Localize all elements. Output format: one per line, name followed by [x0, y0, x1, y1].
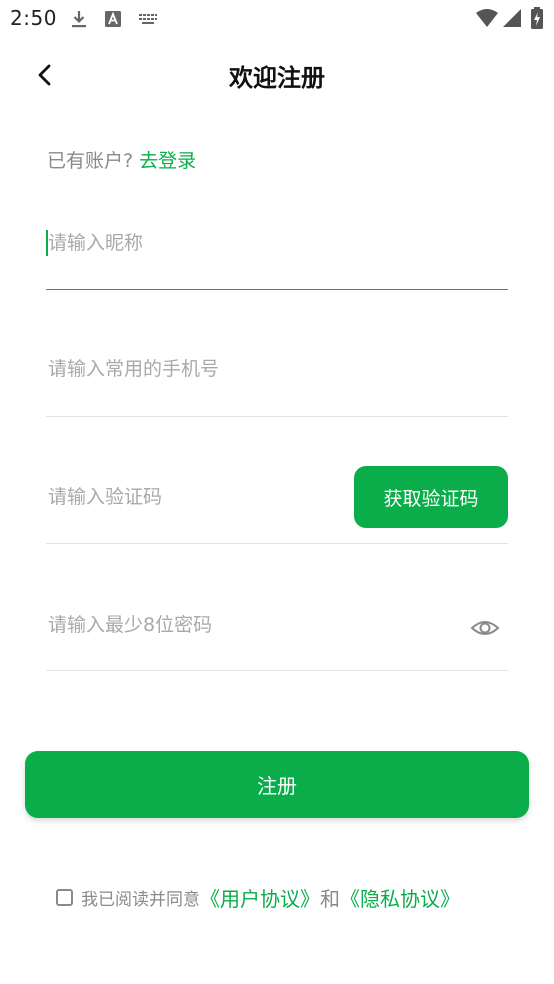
status-time: 2:50 [10, 6, 57, 30]
phone-field[interactable] [46, 340, 508, 417]
password-field[interactable] [46, 594, 508, 671]
battery-charging-icon [531, 7, 543, 29]
get-code-button[interactable]: 获取验证码 [354, 466, 508, 528]
nickname-input[interactable] [46, 214, 508, 289]
page-title: 欢迎注册 [229, 64, 325, 92]
download-icon [72, 11, 86, 28]
header: 欢迎注册 [0, 42, 554, 108]
font-a-icon [105, 11, 121, 27]
go-login-link[interactable]: 去登录 [139, 150, 196, 172]
verification-code-input[interactable] [46, 465, 346, 543]
privacy-policy-link[interactable]: 《隐私协议》 [340, 883, 460, 912]
login-prompt: 已有账户? 去登录 [47, 146, 196, 173]
verification-code-field[interactable]: 获取验证码 [46, 465, 508, 544]
register-screen: 2:50 欢迎注册 已有账户? 去登录 请输入昵称 请输入常用的手机号 请输入验… [0, 0, 554, 984]
agreement-checkbox[interactable] [56, 888, 73, 906]
password-input[interactable] [46, 594, 456, 670]
toggle-password-visibility[interactable] [470, 613, 500, 643]
agreement-prefix: 我已阅读并同意 [81, 889, 200, 910]
register-button[interactable]: 注册 [25, 751, 529, 818]
eye-icon [470, 621, 500, 635]
signal-icon [503, 9, 521, 27]
nickname-field[interactable] [46, 214, 508, 290]
phone-input[interactable] [46, 340, 508, 416]
agreement-and: 和 [320, 886, 340, 911]
agreement-row: 我已阅读并同意 《用户协议》 和 《隐私协议》 [56, 882, 460, 912]
keyboard-icon [139, 14, 157, 24]
status-bar: 2:50 [0, 0, 554, 38]
user-agreement-link[interactable]: 《用户协议》 [200, 883, 320, 912]
login-prompt-text: 已有账户? [47, 150, 134, 172]
wifi-icon [476, 9, 498, 27]
